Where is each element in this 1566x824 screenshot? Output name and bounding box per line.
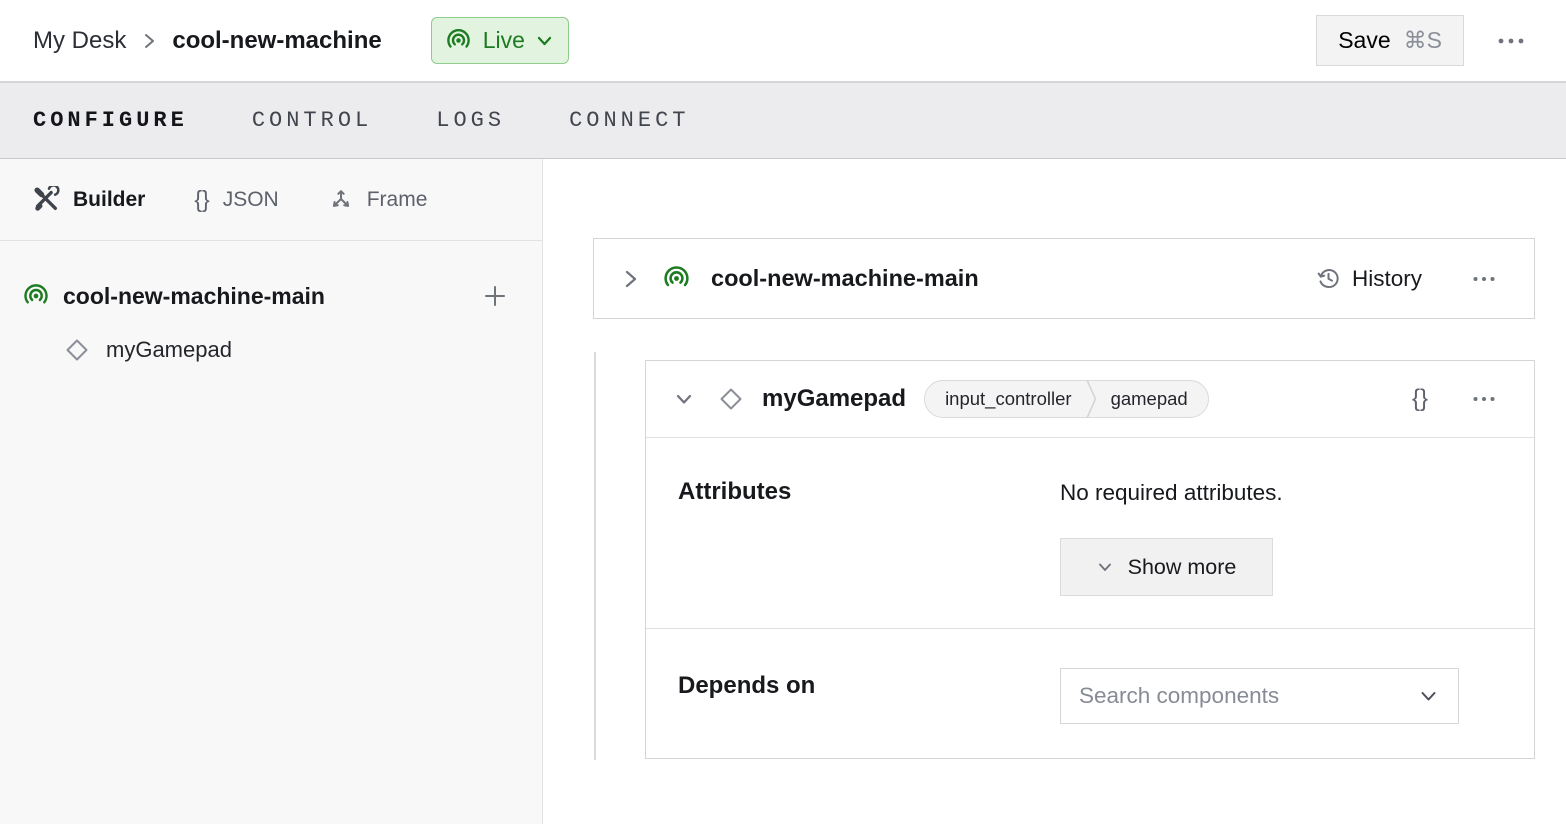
view-mode-builder[interactable]: Builder — [33, 186, 145, 213]
tree-item-machine-part[interactable]: cool-new-machine-main — [0, 269, 542, 323]
machine-part-card-header[interactable]: cool-new-machine-main History — [593, 238, 1535, 319]
machine-broadcast-icon — [22, 282, 50, 310]
view-mode-toolbar: Builder {} JSON Frame — [0, 159, 542, 241]
component-diamond-icon — [64, 337, 90, 363]
ellipsis-icon — [1472, 276, 1496, 282]
braces-icon: {} — [194, 188, 209, 211]
breadcrumb-parent-link[interactable]: My Desk — [33, 27, 126, 55]
history-clock-icon — [1316, 266, 1341, 291]
configure-sidebar: Builder {} JSON Frame — [0, 159, 543, 824]
machine-card-overflow-menu-button[interactable] — [1462, 266, 1506, 292]
component-card-header[interactable]: myGamepad input_controller gamepad {} — [646, 361, 1534, 438]
save-button[interactable]: Save ⌘S — [1316, 15, 1464, 66]
view-mode-json[interactable]: {} JSON — [194, 188, 278, 212]
plus-icon — [482, 283, 508, 309]
tab-control[interactable]: CONTROL — [252, 108, 372, 133]
collapse-chevron-down-icon[interactable] — [674, 392, 694, 406]
machine-broadcast-icon — [445, 27, 472, 54]
history-label: History — [1352, 266, 1422, 292]
chevron-down-icon — [1097, 562, 1113, 573]
component-card-overflow-menu-button[interactable] — [1462, 386, 1506, 412]
configure-main-panel: cool-new-machine-main History — [543, 159, 1566, 824]
component-card: myGamepad input_controller gamepad {} At… — [645, 360, 1535, 759]
machine-broadcast-icon — [662, 264, 691, 293]
live-status-dropdown[interactable]: Live — [431, 17, 569, 64]
machine-part-card-title: cool-new-machine-main — [711, 265, 979, 292]
component-api-type: input_controller — [945, 388, 1072, 410]
breadcrumb: My Desk cool-new-machine — [33, 27, 382, 55]
component-tree: cool-new-machine-main myGamepad — [0, 241, 542, 377]
tools-icon — [33, 186, 60, 213]
frame-axes-icon — [328, 187, 354, 213]
tab-logs[interactable]: LOGS — [436, 108, 505, 133]
view-mode-json-label: JSON — [223, 188, 279, 212]
badge-divider-chevron-icon — [1086, 380, 1097, 418]
view-mode-frame[interactable]: Frame — [328, 187, 428, 213]
tree-item-component[interactable]: myGamepad — [0, 323, 542, 377]
edit-json-button[interactable]: {} — [1412, 385, 1428, 413]
depends-on-placeholder: Search components — [1079, 683, 1419, 709]
attributes-section: Attributes No required attributes. Show … — [646, 438, 1534, 629]
save-shortcut-hint: ⌘S — [1404, 27, 1442, 54]
show-more-button[interactable]: Show more — [1060, 538, 1273, 596]
component-name: myGamepad — [762, 385, 906, 413]
history-button[interactable]: History — [1316, 266, 1422, 292]
show-more-label: Show more — [1128, 555, 1237, 580]
view-mode-builder-label: Builder — [73, 188, 145, 212]
attributes-label: Attributes — [646, 438, 1060, 628]
ellipsis-icon — [1472, 396, 1496, 402]
content-area: Builder {} JSON Frame — [0, 159, 1566, 824]
view-mode-frame-label: Frame — [367, 188, 428, 212]
depends-on-label: Depends on — [646, 629, 1060, 758]
ellipsis-icon — [1496, 37, 1526, 45]
component-model: gamepad — [1111, 388, 1188, 410]
depends-on-section: Depends on Search components — [646, 629, 1534, 758]
primary-nav-tabs: CONFIGURE CONTROL LOGS CONNECT — [0, 82, 1566, 159]
machine-name-title: cool-new-machine — [172, 27, 381, 55]
save-button-label: Save — [1338, 27, 1390, 54]
tree-component-name: myGamepad — [106, 337, 232, 363]
app-header: My Desk cool-new-machine Live Save ⌘S — [0, 0, 1566, 82]
tree-guide-line — [594, 352, 596, 760]
depends-on-select[interactable]: Search components — [1060, 668, 1459, 724]
add-component-button[interactable] — [478, 279, 512, 313]
live-status-label: Live — [483, 27, 525, 54]
tree-machine-name: cool-new-machine-main — [63, 283, 325, 310]
header-overflow-menu-button[interactable] — [1486, 27, 1536, 55]
chevron-down-icon — [1419, 690, 1438, 703]
breadcrumb-separator-icon — [142, 31, 156, 51]
tab-connect[interactable]: CONNECT — [569, 108, 689, 133]
component-diamond-icon — [718, 386, 744, 412]
chevron-down-icon — [536, 35, 553, 47]
component-type-badge: input_controller gamepad — [924, 380, 1209, 418]
expand-chevron-right-icon[interactable] — [622, 267, 640, 291]
tab-configure[interactable]: CONFIGURE — [33, 108, 188, 133]
attributes-empty-text: No required attributes. — [1060, 480, 1534, 506]
